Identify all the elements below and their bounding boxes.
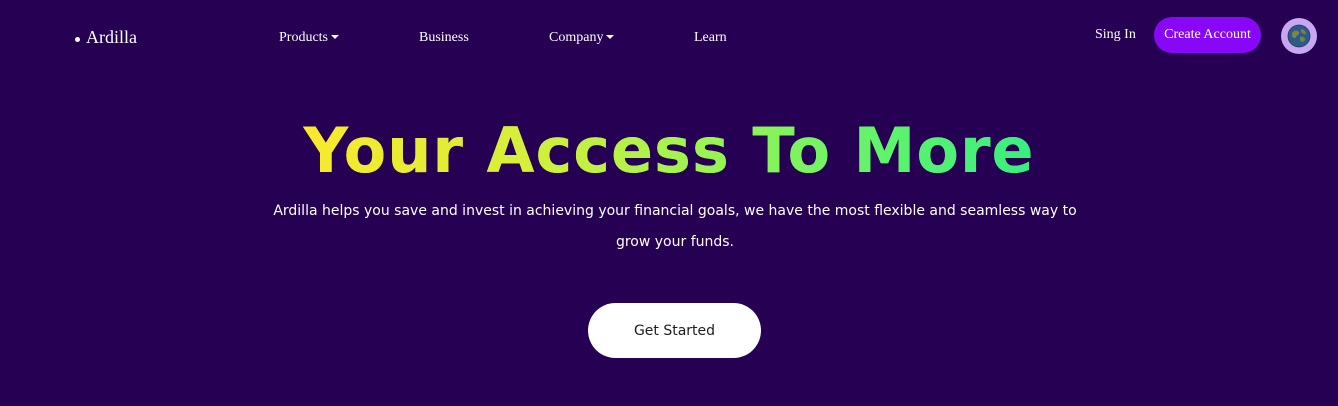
globe-icon — [1287, 24, 1311, 48]
logo-dot-icon — [75, 36, 80, 42]
nav-item-learn[interactable]: Learn — [694, 30, 727, 46]
brand-logo[interactable]: Ardilla — [75, 27, 137, 48]
top-navbar: Ardilla Products Business Company Learn … — [0, 0, 1338, 76]
landing-page: Ardilla Products Business Company Learn … — [0, 0, 1338, 406]
nav-item-label: Products — [279, 30, 328, 45]
logo-text: Ardilla — [86, 27, 137, 47]
hero-description: Ardilla helps you save and invest in ach… — [273, 203, 1077, 250]
get-started-button[interactable]: Get Started — [588, 303, 761, 358]
nav-item-company[interactable]: Company — [549, 30, 615, 46]
caret-down-icon — [331, 35, 339, 39]
nav-item-business[interactable]: Business — [419, 30, 469, 46]
language-globe-button[interactable] — [1281, 18, 1317, 54]
caret-down-icon — [606, 35, 615, 39]
hero-title: Your Access To More — [0, 113, 1338, 189]
create-account-button[interactable]: Create Account — [1154, 17, 1261, 53]
nav-item-label: Learn — [694, 30, 727, 45]
hero-title-text: Your Access To More — [303, 114, 1035, 187]
nav-item-products[interactable]: Products — [279, 30, 339, 46]
nav-item-label: Company — [549, 30, 604, 45]
sign-in-link[interactable]: Sing In — [1095, 27, 1136, 43]
nav-item-label: Business — [419, 30, 469, 45]
